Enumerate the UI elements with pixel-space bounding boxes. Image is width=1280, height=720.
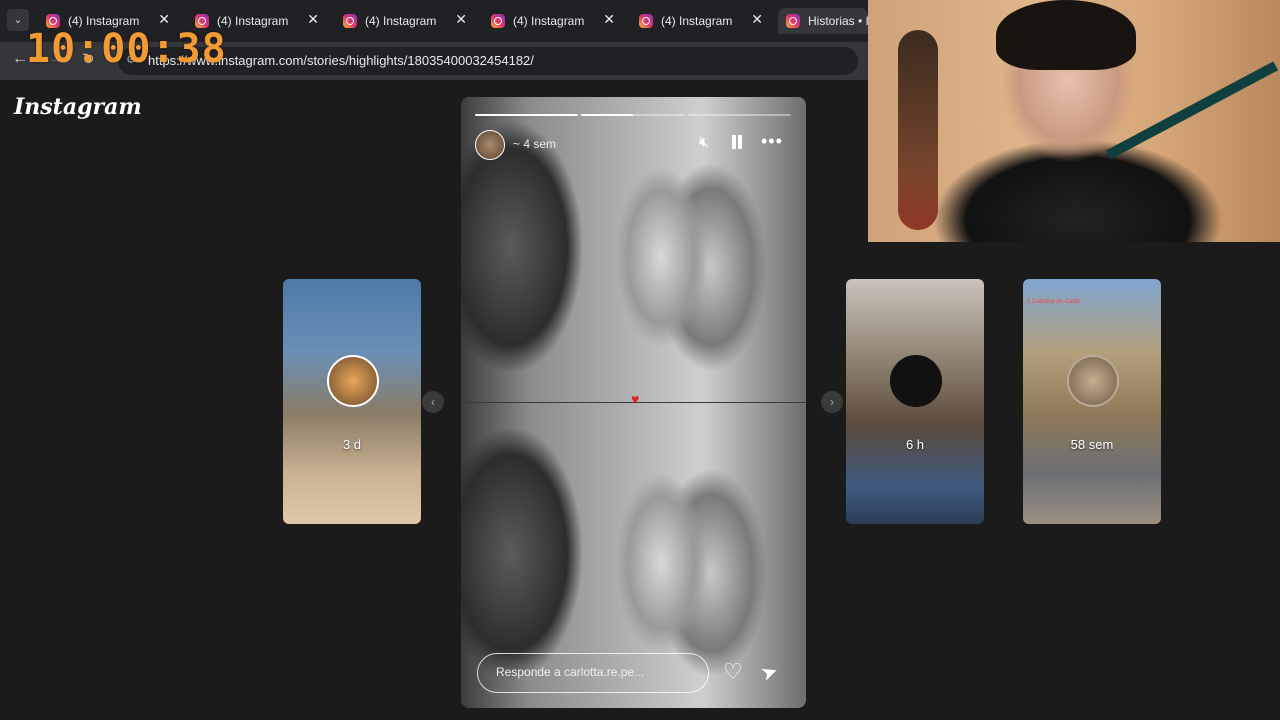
browser-tab[interactable]: (4) Instagram ✕ [631, 8, 771, 34]
reply-input[interactable]: Responde a carlotta.re.pe... [477, 653, 709, 693]
more-options-icon[interactable]: ••• [761, 131, 783, 152]
story-thumbnail[interactable]: 6 h [846, 279, 984, 524]
next-story-button[interactable]: › [821, 391, 843, 413]
progress-segment [581, 114, 685, 116]
reply-placeholder: Responde a carlotta.re.pe... [496, 665, 645, 679]
story-avatar [327, 355, 379, 407]
instagram-logo[interactable]: Instagram [14, 94, 142, 120]
story-author-avatar[interactable] [475, 130, 505, 160]
person-hair-shape [996, 0, 1136, 70]
tab-title: (4) Instagram [513, 14, 585, 28]
browser-tab-active[interactable]: Historias • I [778, 8, 869, 34]
tab-close-icon[interactable]: ✕ [307, 11, 319, 28]
heart-sticker-icon: ♥ [631, 391, 640, 407]
tab-title: (4) Instagram [365, 14, 437, 28]
story-thumbnail[interactable]: 3 d [283, 279, 421, 524]
heart-icon[interactable]: ♡ [723, 659, 743, 685]
location-sticker: 1 Catedral de Cádiz [1027, 299, 1081, 305]
active-story[interactable]: ~ 4 sem 🔇︎ ••• ♥ Responde a carlotta.re.… [461, 97, 806, 708]
tab-close-icon[interactable]: ✕ [455, 11, 467, 28]
previous-story-button[interactable]: ‹ [422, 391, 444, 413]
story-avatar [890, 355, 942, 407]
speaker-muted-icon[interactable]: 🔇︎ [699, 134, 709, 152]
tab-title: (4) Instagram [661, 14, 733, 28]
instagram-favicon-icon [343, 14, 357, 28]
guitar-shape [898, 30, 938, 230]
story-thumbnail[interactable]: 1 Catedral de Cádiz 58 sem [1023, 279, 1161, 524]
webcam-overlay [868, 0, 1280, 242]
microphone-arm-shape [1105, 61, 1279, 160]
tab-close-icon[interactable]: ✕ [603, 11, 615, 28]
instagram-favicon-icon [639, 14, 653, 28]
overlay-clock: 10:00:38 [26, 26, 227, 72]
story-time-label: 58 sem [1070, 437, 1114, 452]
tab-title: (4) Instagram [217, 14, 289, 28]
pause-icon[interactable] [731, 135, 743, 149]
instagram-favicon-icon [786, 14, 800, 28]
browser-tab[interactable]: (4) Instagram ✕ [335, 8, 475, 34]
progress-fill [475, 114, 579, 116]
progress-segment [475, 114, 579, 116]
story-time-label: 6 h [905, 437, 925, 452]
story-time-label: 3 d [342, 437, 362, 452]
url-omnibox[interactable]: ⚙ https://www.instagram.com/stories/high… [118, 47, 858, 75]
story-avatar [1067, 355, 1119, 407]
story-progress-bar [475, 114, 791, 116]
progress-fill [581, 114, 633, 116]
tab-title: Historias • I [808, 14, 869, 28]
tab-close-icon[interactable]: ✕ [751, 11, 763, 28]
browser-tab[interactable]: (4) Instagram ✕ [483, 8, 623, 34]
progress-segment [687, 114, 791, 116]
story-time-ago: ~ 4 sem [513, 137, 557, 151]
instagram-favicon-icon [491, 14, 505, 28]
